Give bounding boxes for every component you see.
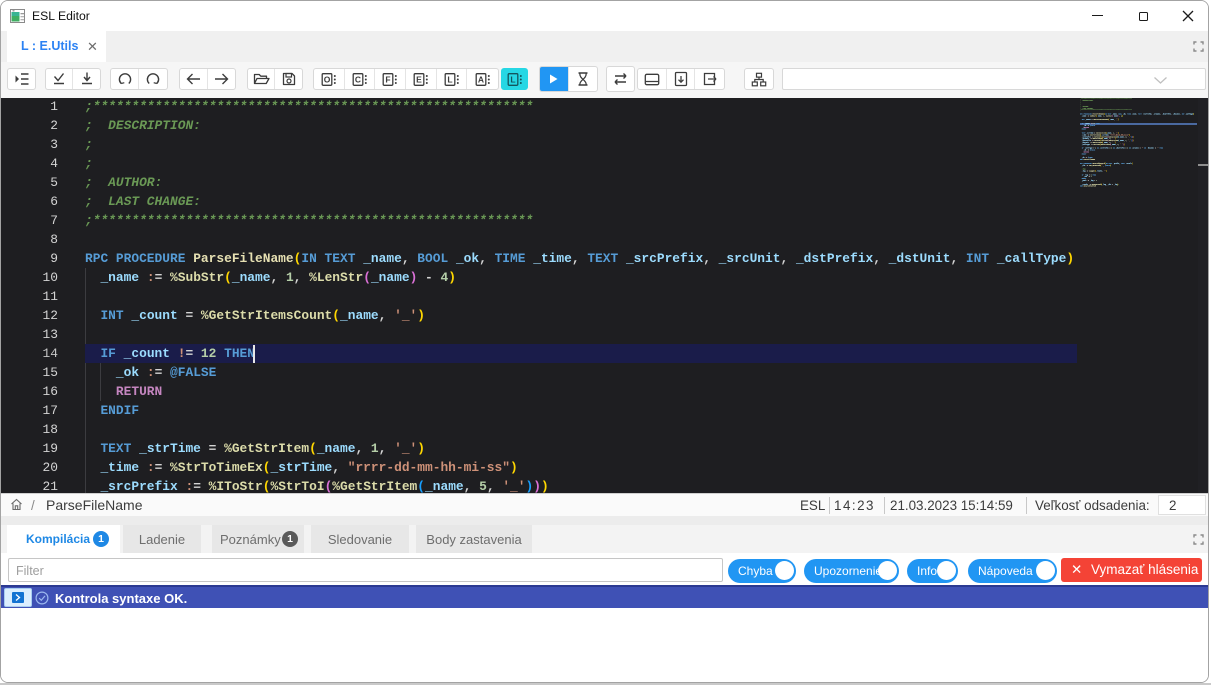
svg-text:O: O bbox=[324, 74, 331, 84]
svg-text:F: F bbox=[386, 74, 391, 84]
svg-text:E: E bbox=[416, 74, 422, 84]
svg-text:L: L bbox=[447, 74, 452, 84]
svg-text:L: L bbox=[510, 74, 515, 84]
svg-text:A: A bbox=[478, 74, 484, 84]
svg-text:C: C bbox=[354, 74, 360, 84]
